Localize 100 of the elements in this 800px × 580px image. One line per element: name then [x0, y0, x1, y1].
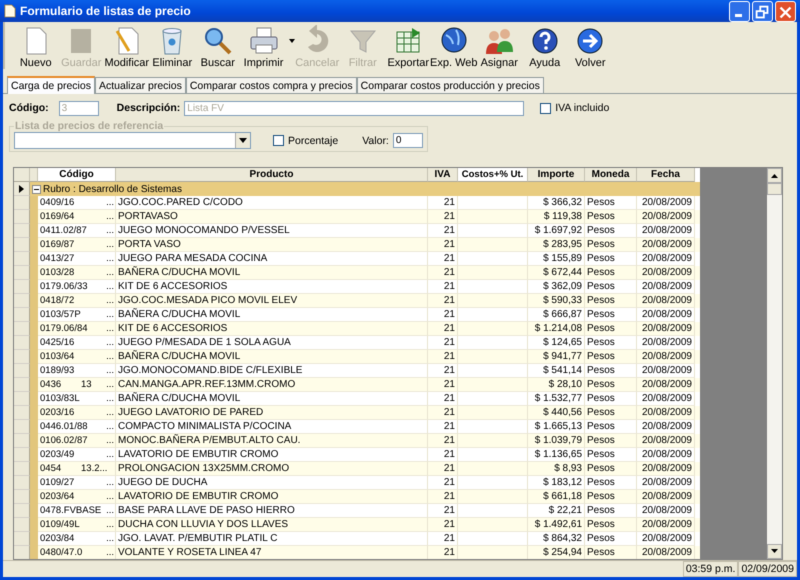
lookup-button[interactable]: ... [105, 336, 115, 350]
table-cell: 0436 [40, 378, 62, 392]
column-header[interactable]: Fecha [637, 168, 695, 182]
table-cell: $ 1.492,61 [534, 518, 582, 532]
table-row[interactable]: 0480/47.0 ... VOLANTE Y ROSETA LINEA 47 21 $ 254,94 Pesos 20/08/2009 [14, 546, 700, 559]
lookup-button[interactable]: ... [105, 210, 115, 224]
scroll-down-button[interactable] [767, 544, 782, 559]
lookup-button[interactable]: ... [105, 378, 115, 392]
lookup-button[interactable]: ... [105, 294, 115, 308]
lookup-button[interactable]: ... [105, 252, 115, 266]
column-header[interactable]: Importe [528, 168, 585, 182]
table-cell: 0203/64 [40, 490, 74, 504]
table-cell: 21 [444, 238, 455, 252]
table-cell: Pesos [587, 294, 615, 308]
scroll-thumb[interactable] [767, 183, 782, 196]
lookup-button[interactable]: ... [105, 448, 115, 462]
valor-field[interactable]: 0 [392, 133, 423, 148]
table-row[interactable]: 0418/72 ... JGO.COC.MESADA PICO MOVIL ELEV 21 $ 590,33 Pesos 20/08/2009 [14, 294, 700, 308]
table-row[interactable]: 0203/49 ... LAVATORIO DE EMBUTIR CROMO 21 $ 1.136,65 Pesos 20/08/2009 [14, 448, 700, 462]
row-selector[interactable] [14, 182, 30, 196]
table-cell: 21 [444, 266, 455, 280]
toolbar-button[interactable]: Eliminar [150, 25, 195, 70]
table-row[interactable]: 0109/27 ... JUEGO DE DUCHA 21 $ 183,12 Pesos 20/08/2009 [14, 476, 700, 490]
vertical-scrollbar[interactable] [767, 168, 782, 559]
lookup-button[interactable]: ... [105, 504, 115, 518]
checkbox[interactable] [540, 102, 552, 114]
group-label: Rubro : Desarrollo de Sistemas [43, 182, 182, 196]
table-row[interactable]: 0436 13 ... CAN.MANGA.APR.REF.13MM.CROMO 21 $ 28,10 Pesos 20/08/2009 [14, 378, 700, 392]
document-icon [4, 4, 16, 18]
lookup-button[interactable]: ... [105, 322, 115, 336]
lookup-button[interactable]: ... [105, 532, 115, 546]
table-cell: 0103/28 [40, 266, 74, 280]
minimize-button[interactable] [729, 0, 750, 22]
column-header[interactable]: IVA [428, 168, 458, 182]
table-row[interactable]: 0179.06/33 ... KIT DE 6 ACCESORIOS 21 $ 362,09 Pesos 20/08/2009 [14, 280, 700, 294]
toolbar-button[interactable]: Buscar [195, 25, 240, 70]
lookup-button[interactable]: ... [105, 434, 115, 448]
table-cell: 21 [444, 546, 455, 559]
toolbar-button[interactable]: Imprimir [240, 25, 294, 70]
table-row[interactable]: 0409/16 ... JGO.COC.PARED C/CODO 21 $ 366,32 Pesos 20/08/2009 [14, 196, 700, 210]
lookup-button[interactable]: ... [105, 308, 115, 322]
toolbar-button[interactable]: Exportar [386, 25, 431, 70]
lookup-button[interactable]: ... [105, 476, 115, 490]
table-row[interactable]: 0203/84 ... JGO. LAVAT. P/EMBUTIR PLATIL C 21 $ 864,32 Pesos 20/08/2009 [14, 532, 700, 546]
lookup-button[interactable]: ... [105, 238, 115, 252]
column-header[interactable]: Moneda [585, 168, 637, 182]
column-header[interactable]: Producto [116, 168, 428, 182]
table-row[interactable]: 0103/28 ... BAÑERA C/DUCHA MOVIL 21 $ 672,44 Pesos 20/08/2009 [14, 266, 700, 280]
table-row[interactable]: 0203/64 ... LAVATORIO DE EMBUTIR CROMO 21 $ 661,18 Pesos 20/08/2009 [14, 490, 700, 504]
group-row[interactable]: Rubro : Desarrollo de Sistemas [14, 182, 700, 196]
lookup-button[interactable]: ... [105, 350, 115, 364]
tab[interactable]: Comparar costos producción y precios [356, 77, 544, 94]
checkbox[interactable] [273, 135, 284, 146]
toolbar-button[interactable]: Volver [568, 25, 613, 70]
lookup-button[interactable]: ... [105, 420, 115, 434]
field-label: Descripción: [116, 102, 180, 114]
table-cell: JUEGO DE DUCHA [118, 476, 208, 490]
table-row[interactable]: 0411.02/87 ... JUEGO MONOCOMANDO P/VESSEL 21 $ 1.697,92 Pesos 20/08/2009 [14, 224, 700, 238]
table-row[interactable]: 0203/16 ... JUEGO LAVATORIO DE PARED 21 $ 440,56 Pesos 20/08/2009 [14, 406, 700, 420]
toolbar-button[interactable]: Ayuda [522, 25, 568, 70]
lookup-button[interactable]: ... [105, 406, 115, 420]
lookup-button[interactable]: ... [105, 224, 115, 238]
lookup-button[interactable]: ... [105, 280, 115, 294]
restore-button[interactable] [752, 0, 773, 22]
lookup-button[interactable]: ... [105, 196, 115, 210]
table-row[interactable]: 0169/87 ... PORTA VASO 21 $ 283,95 Pesos 20/08/2009 [14, 238, 700, 252]
table-cell: JUEGO PARA MESADA COCINA [118, 252, 268, 266]
lookup-button[interactable]: ... [105, 518, 115, 532]
lookup-button[interactable]: ... [105, 392, 115, 406]
tab[interactable]: Comparar costos compra y precios [186, 77, 357, 94]
lookup-button[interactable]: ... [105, 364, 115, 378]
reference-list-dropdown[interactable] [14, 132, 251, 150]
toolbar-button[interactable]: Asignar [476, 25, 522, 70]
toolbar-button[interactable]: Exp. Web [431, 25, 476, 70]
table-cell: $ 541,14 [543, 364, 582, 378]
checkbox-label: Porcentaje [288, 134, 338, 147]
toolbar-button[interactable]: Modificar [104, 25, 150, 70]
table-cell: 20/08/2009 [642, 406, 692, 420]
table-row[interactable]: 0454 13.2... PROLONGACION 13X25MM.CROMO 21 $ 8,93 Pesos 20/08/2009 [14, 462, 700, 476]
table-cell: $ 864,32 [543, 532, 582, 546]
toolbar-button[interactable]: Nuevo [13, 25, 58, 70]
lookup-button[interactable]: ... [105, 546, 115, 559]
table-row[interactable]: 0189/93 ... JGO.MONOCOMAND.BIDE C/FLEXIBLE 21 $ 541,14 Pesos 20/08/2009 [14, 364, 700, 378]
table-cell: 21 [444, 490, 455, 504]
lookup-button[interactable]: ... [105, 266, 115, 280]
lookup-button[interactable]: ... [105, 490, 115, 504]
table-row[interactable]: 0106.02/87 ... MONOC.BAÑERA P/EMBUT.ALTO CAU. 21 $ 1.039,79 Pesos 20/08/2009 [14, 434, 700, 448]
table-row[interactable]: 0169/64 ... PORTAVASO 21 $ 119,38 Pesos 20/08/2009 [14, 210, 700, 224]
table-row[interactable]: 0103/64 ... BAÑERA C/DUCHA MOVIL 21 $ 941,77 Pesos 20/08/2009 [14, 350, 700, 364]
table-cell: Pesos [587, 448, 615, 462]
table-cell: 21 [444, 196, 455, 210]
tab[interactable]: Carga de precios [7, 76, 95, 94]
collapse-toggle[interactable] [32, 184, 41, 194]
table-row[interactable]: 0179.06/84 ... KIT DE 6 ACCESORIOS 21 $ 1.214,08 Pesos 20/08/2009 [14, 322, 700, 336]
tab[interactable]: Actualizar precios [94, 77, 186, 94]
table-row[interactable]: 0478.FVBASE ... BASE PARA LLAVE DE PASO HIERRO 21 $ 22,21 Pesos 20/08/2009 [14, 504, 700, 518]
close-button[interactable] [775, 0, 796, 22]
scroll-up-button[interactable] [767, 168, 782, 184]
table-row[interactable]: 0109/49L ... DUCHA CON LLUVIA Y DOS LLAVES 21 $ 1.492,61 Pesos 20/08/2009 [14, 518, 700, 532]
table-cell: Pesos [587, 280, 615, 294]
